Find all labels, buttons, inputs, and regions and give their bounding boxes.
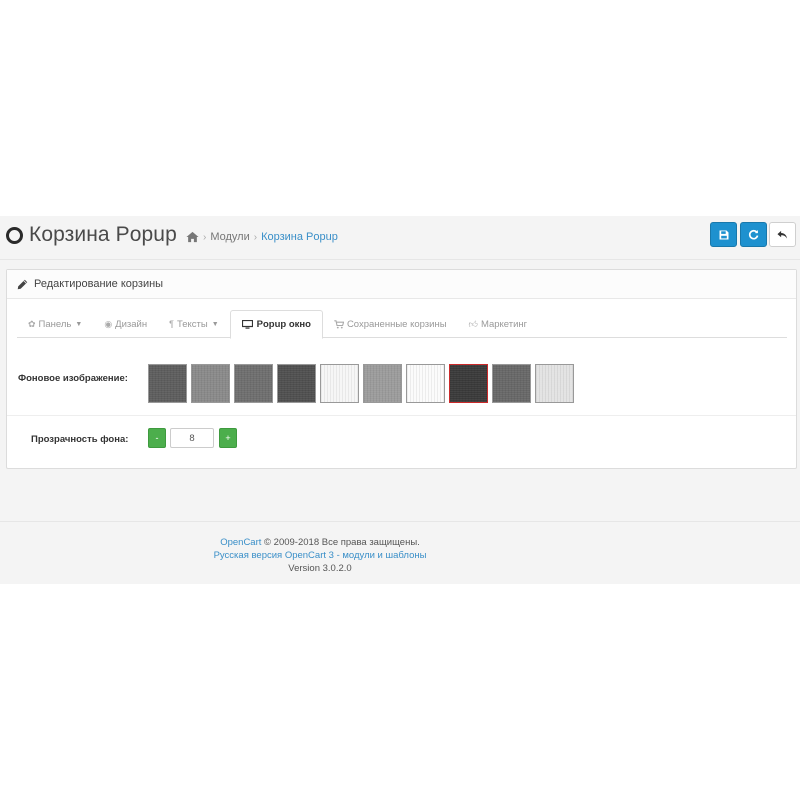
opacity-increase-button[interactable]: + bbox=[219, 428, 237, 448]
background-swatch[interactable] bbox=[449, 364, 488, 403]
reply-icon bbox=[777, 230, 788, 239]
background-swatch[interactable] bbox=[363, 364, 402, 403]
background-swatch[interactable] bbox=[406, 364, 445, 403]
desktop-icon bbox=[241, 320, 253, 329]
caret-down-icon: ▼ bbox=[75, 320, 83, 328]
caret-down-icon: ▼ bbox=[211, 320, 219, 328]
background-swatch[interactable] bbox=[535, 364, 574, 403]
back-button[interactable] bbox=[769, 222, 796, 247]
tab-popup-window[interactable]: Popup окно bbox=[229, 310, 323, 339]
settings-tabs: ✿ Панель ▼ ◉ Дизайн ¶ Тексты ▼ Popup окн… bbox=[17, 310, 787, 339]
background-swatch[interactable] bbox=[492, 364, 531, 403]
pencil-icon bbox=[17, 279, 28, 289]
text-icon: ¶ bbox=[169, 319, 174, 329]
footer-text: OpenCart © 2009-2018 Все права защищены.… bbox=[0, 536, 640, 575]
refresh-icon bbox=[748, 229, 759, 240]
circle-icon bbox=[6, 227, 23, 244]
footer: OpenCart © 2009-2018 Все права защищены.… bbox=[0, 521, 800, 584]
breadcrumb-separator: › bbox=[253, 231, 258, 243]
background-swatch[interactable] bbox=[320, 364, 359, 403]
background-swatch[interactable] bbox=[148, 364, 187, 403]
opacity-label: Прозрачность фона: bbox=[31, 434, 129, 445]
tab-label: Дизайн bbox=[115, 318, 148, 330]
tab-label: Popup окно bbox=[256, 319, 311, 330]
cog-icon: ✿ bbox=[28, 318, 36, 329]
opacity-input[interactable] bbox=[170, 428, 214, 448]
cart-icon bbox=[334, 319, 344, 328]
breadcrumb-current[interactable]: Корзина Popup bbox=[261, 231, 338, 243]
version-text: Version 3.0.2.0 bbox=[288, 563, 352, 574]
tab-marketing[interactable]: 👍︎ Маркетинг bbox=[458, 310, 539, 338]
background-image-row: Фоновое изображение: bbox=[7, 350, 796, 416]
russian-version-link[interactable]: Русская версия OpenCart 3 - модули и шаб… bbox=[214, 550, 427, 561]
tab-label: Тексты bbox=[176, 318, 208, 330]
background-swatch[interactable] bbox=[234, 364, 273, 403]
breadcrumb-modules[interactable]: Модули bbox=[210, 231, 249, 243]
save-button[interactable] bbox=[710, 222, 737, 247]
tab-label: Панель bbox=[38, 318, 72, 330]
save-icon bbox=[719, 230, 728, 239]
page-header: Корзина Popup › Модули › Корзина Popup bbox=[0, 216, 800, 260]
opencart-link[interactable]: OpenCart bbox=[220, 537, 261, 548]
refresh-button[interactable] bbox=[740, 222, 767, 247]
panel-title: Редактирование корзины bbox=[34, 278, 164, 290]
background-image-label: Фоновое изображение: bbox=[18, 373, 128, 384]
thumbs-up-icon: 👍︎ bbox=[468, 318, 478, 329]
home-icon[interactable] bbox=[186, 231, 199, 243]
tab-label: Сохраненные корзины bbox=[346, 318, 447, 330]
tab-design[interactable]: ◉ Дизайн bbox=[93, 310, 158, 338]
panel-heading: Редактирование корзины bbox=[7, 270, 796, 299]
breadcrumb: › Модули › Корзина Popup bbox=[186, 231, 338, 243]
opacity-decrease-button[interactable]: - bbox=[148, 428, 166, 448]
tab-label: Маркетинг bbox=[480, 318, 528, 330]
admin-app: Корзина Popup › Модули › Корзина Popup Р… bbox=[0, 216, 800, 584]
opacity-row: Прозрачность фона: - + bbox=[7, 417, 796, 467]
eye-icon: ◉ bbox=[104, 318, 113, 329]
page-title: Корзина Popup bbox=[29, 223, 177, 246]
tab-panel[interactable]: ✿ Панель ▼ bbox=[17, 310, 93, 338]
tab-saved-carts[interactable]: Сохраненные корзины bbox=[323, 310, 458, 338]
background-swatch[interactable] bbox=[191, 364, 230, 403]
breadcrumb-separator: › bbox=[203, 231, 207, 243]
tab-texts[interactable]: ¶ Тексты ▼ bbox=[158, 310, 230, 338]
background-swatch[interactable] bbox=[277, 364, 316, 403]
background-swatches bbox=[148, 364, 578, 403]
edit-cart-panel: Редактирование корзины ✿ Панель ▼ ◉ Диза… bbox=[6, 269, 797, 469]
copyright-text: © 2009-2018 Все права защищены. bbox=[264, 537, 420, 548]
